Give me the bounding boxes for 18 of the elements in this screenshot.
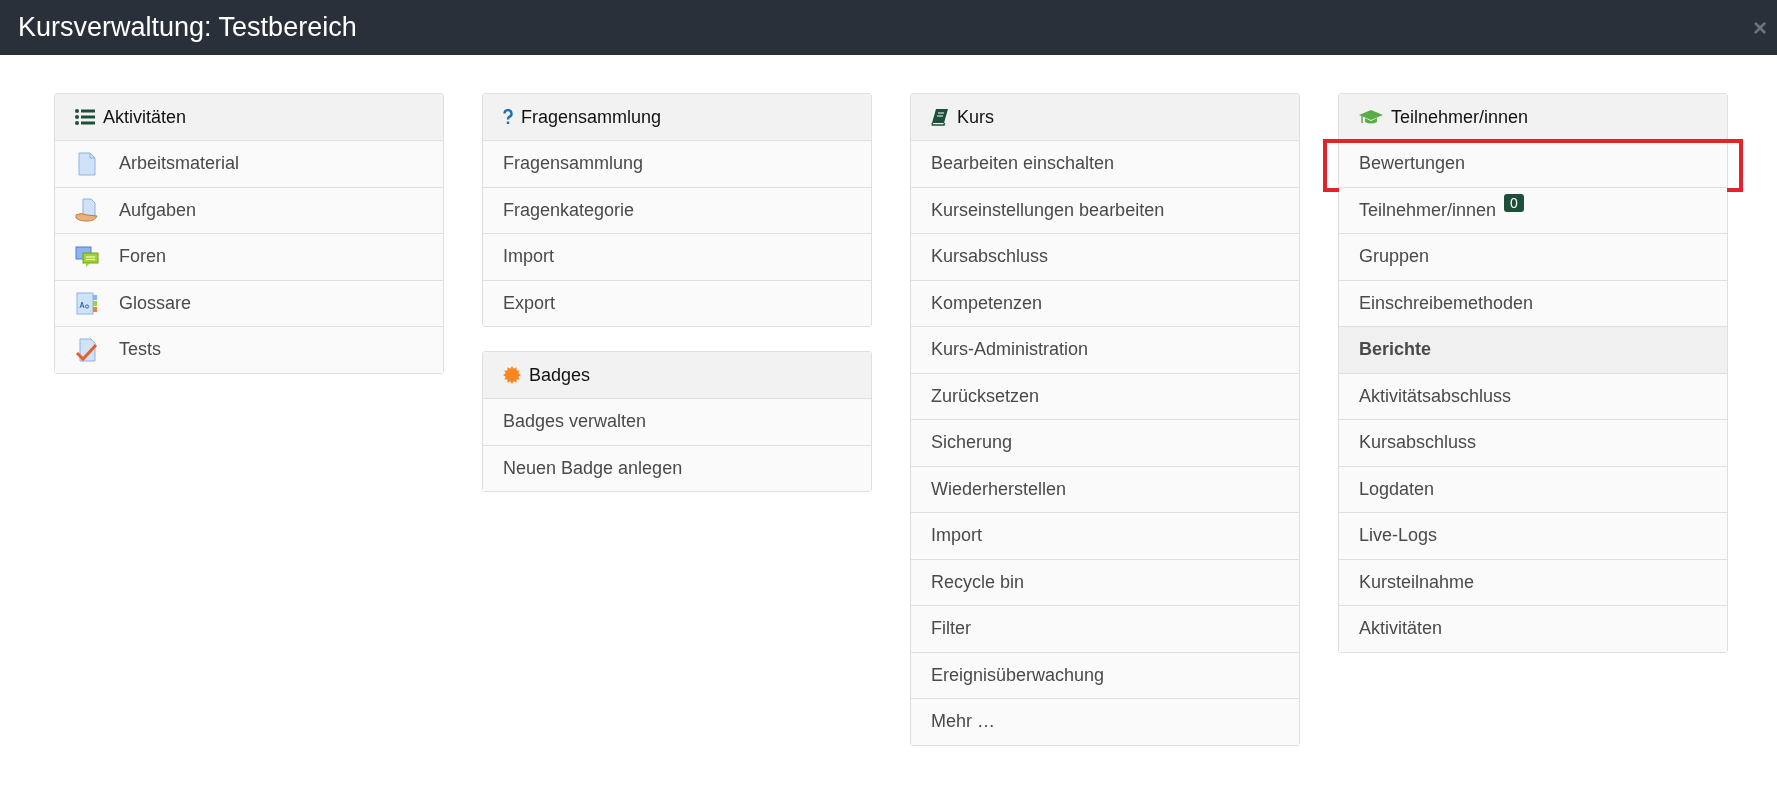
panel-title: Badges: [529, 364, 591, 386]
starburst-icon: [503, 366, 521, 384]
graduation-cap-icon: [1359, 108, 1383, 126]
panel-title: Fragensammlung: [521, 106, 662, 128]
hand-document-icon: [75, 198, 99, 223]
speech-bubbles-icon: [75, 245, 99, 268]
checkmark-document-icon: [75, 337, 99, 362]
document-icon: [75, 151, 99, 176]
glossary-icon: [75, 291, 99, 316]
window-title: Kursverwaltung: Testbereich: [18, 12, 357, 43]
count-badge: 0: [1504, 193, 1524, 212]
question-mark-icon: [503, 109, 513, 125]
list-icon: [75, 109, 95, 125]
book-icon: [931, 108, 949, 126]
panel-title: Teilnehmer/innen: [1391, 106, 1529, 128]
panel-title: Kurs: [957, 106, 994, 128]
panel-title: Aktivitäten: [103, 106, 187, 128]
section-heading: Berichte: [1339, 327, 1727, 373]
